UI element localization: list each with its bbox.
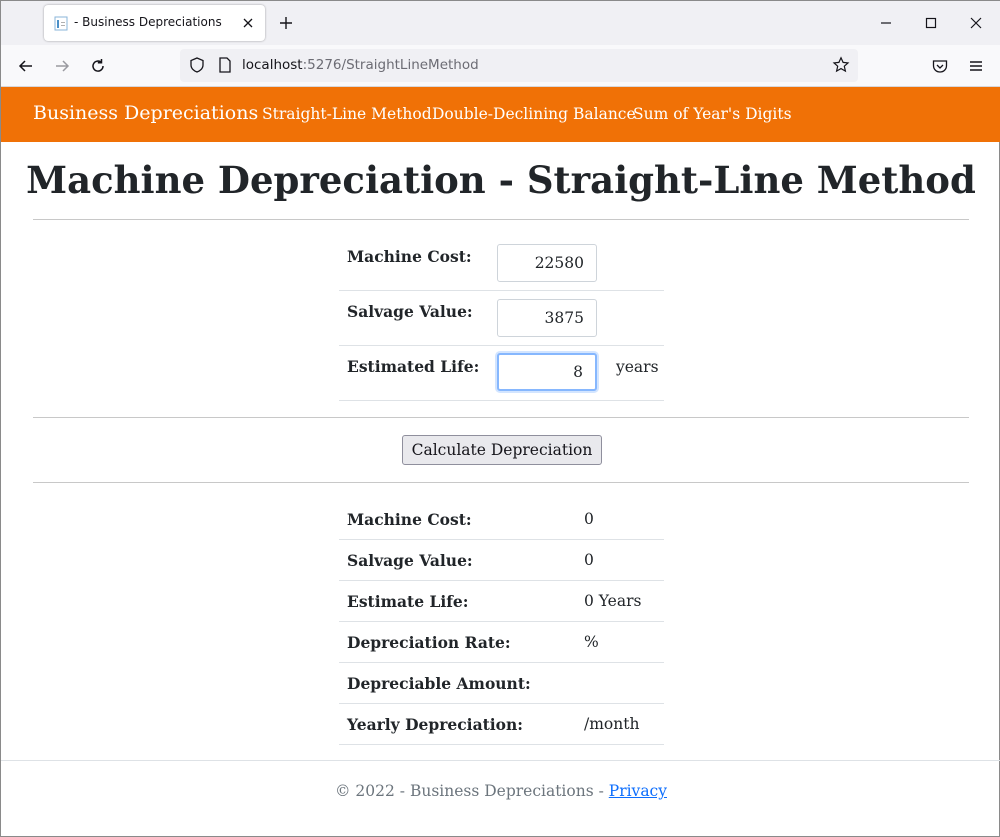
shield-icon[interactable] <box>188 56 206 74</box>
maximize-icon[interactable] <box>922 14 940 32</box>
divider <box>33 482 969 483</box>
result-value: 0 <box>584 551 594 569</box>
form-row-machine-cost: Machine Cost: <box>339 236 664 291</box>
pocket-icon[interactable] <box>930 56 950 76</box>
calculate-depreciation-button[interactable]: Calculate Depreciation <box>402 435 602 465</box>
reload-icon[interactable] <box>88 56 108 76</box>
divider <box>33 417 969 418</box>
result-row-yearly-depreciation: Yearly Depreciation: /month <box>339 704 664 745</box>
footer: © 2022 - Business Depreciations - Privac… <box>1 782 1000 800</box>
result-label: Depreciation Rate: <box>347 633 511 652</box>
result-label: Estimate Life: <box>347 592 469 611</box>
salvage-value-input[interactable] <box>497 299 597 337</box>
result-row-salvage-value: Salvage Value: 0 <box>339 540 664 581</box>
privacy-link[interactable]: Privacy <box>609 782 667 800</box>
app-navbar: Business Depreciations Straight-Line Met… <box>1 87 1000 142</box>
plus-icon[interactable] <box>277 14 295 32</box>
result-row-depreciable-amount: Depreciable Amount: <box>339 663 664 704</box>
result-row-machine-cost: Machine Cost: 0 <box>339 499 664 540</box>
result-value: 0 Years <box>584 592 642 610</box>
nav-link-sum-of-years[interactable]: Sum of Year's Digits <box>633 105 792 123</box>
minimize-icon[interactable] <box>877 14 895 32</box>
tab-title: - Business Depreciations <box>74 15 222 29</box>
result-value: % <box>584 633 599 651</box>
page-title: Machine Depreciation - Straight-Line Met… <box>26 158 976 202</box>
brand-link[interactable]: Business Depreciations <box>33 102 258 124</box>
machine-cost-input[interactable] <box>497 244 597 282</box>
form-row-salvage-value: Salvage Value: <box>339 291 664 346</box>
estimated-life-label: Estimated Life: <box>347 357 480 376</box>
footer-divider <box>1 760 1000 761</box>
result-value: /month <box>584 715 640 733</box>
form-row-estimated-life: Estimated Life: years <box>339 346 664 401</box>
browser-toolbar: localhost:5276/StraightLineMethod <box>1 45 1000 87</box>
salvage-value-label: Salvage Value: <box>347 302 473 321</box>
footer-text: © 2022 - Business Depreciations - <box>334 782 609 800</box>
close-icon[interactable] <box>240 15 256 31</box>
result-row-depreciation-rate: Depreciation Rate: % <box>339 622 664 663</box>
back-arrow-icon[interactable] <box>16 56 36 76</box>
forward-arrow-icon[interactable] <box>52 56 72 76</box>
result-value: 0 <box>584 510 594 528</box>
machine-cost-label: Machine Cost: <box>347 247 472 266</box>
page-icon[interactable] <box>217 56 233 74</box>
result-label: Depreciable Amount: <box>347 674 531 693</box>
result-label: Yearly Depreciation: <box>347 715 523 734</box>
nav-link-straight-line[interactable]: Straight-Line Method <box>262 105 432 123</box>
divider <box>33 219 969 220</box>
favicon-icon <box>54 16 68 31</box>
close-window-icon[interactable] <box>967 14 985 32</box>
result-label: Machine Cost: <box>347 510 472 529</box>
result-label: Salvage Value: <box>347 551 473 570</box>
estimated-life-input[interactable] <box>497 353 597 391</box>
menu-icon[interactable] <box>966 56 986 76</box>
result-row-estimate-life: Estimate Life: 0 Years <box>339 581 664 622</box>
star-icon[interactable] <box>832 56 850 74</box>
browser-tab-strip: - Business Depreciations <box>1 1 1000 45</box>
url-text[interactable]: localhost:5276/StraightLineMethod <box>242 57 479 73</box>
address-bar[interactable]: localhost:5276/StraightLineMethod <box>180 49 858 82</box>
browser-tab[interactable]: - Business Depreciations <box>44 5 265 41</box>
nav-link-double-declining[interactable]: Double-Declining Balance <box>432 105 636 123</box>
estimated-life-unit: years <box>616 358 659 376</box>
